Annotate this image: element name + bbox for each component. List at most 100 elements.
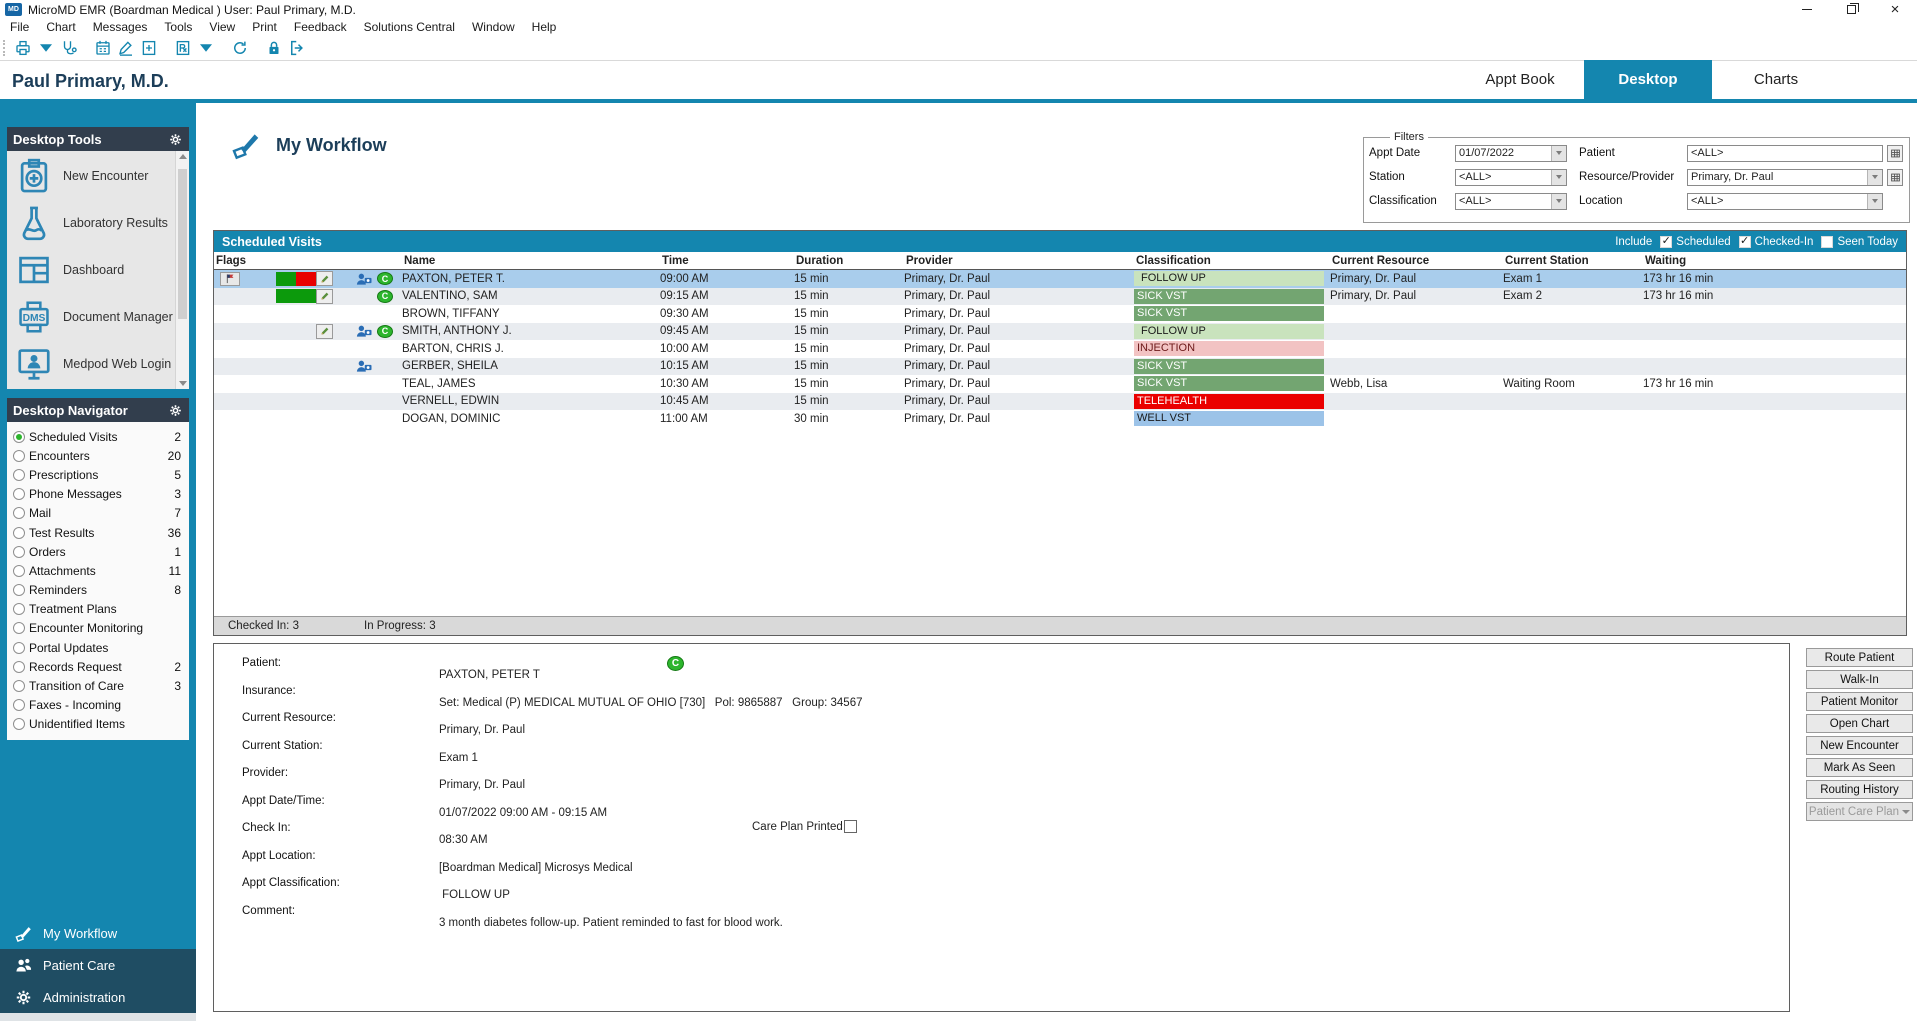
navigator-item[interactable]: Faxes - Incoming [13,696,185,715]
scroll-up-icon[interactable] [178,154,187,159]
radio-icon[interactable] [13,680,25,693]
menu-item[interactable]: File [10,20,29,34]
toolbar-icon[interactable] [14,39,32,57]
gear-icon[interactable] [168,132,183,147]
bottom-nav-item[interactable]: My Workflow [0,917,196,949]
radio-icon[interactable] [13,488,25,501]
patient-lookup-button[interactable] [1887,144,1903,162]
col-classification[interactable]: Classification [1134,255,1330,267]
toolbar-icon[interactable] [94,39,112,57]
chevron-down-icon[interactable] [1867,193,1882,209]
radio-icon[interactable] [13,603,25,616]
visit-name[interactable]: BARTON, CHRIS J. [402,343,660,355]
main-tab[interactable]: Appt Book [1456,60,1584,99]
radio-icon[interactable] [13,641,25,654]
visit-name[interactable]: VERNELL, EDWIN [402,395,660,407]
visit-name[interactable]: GERBER, SHEILA [402,360,660,372]
action-button[interactable]: New Encounter [1806,736,1913,755]
visit-row[interactable]: TEAL, JAMES 10:30 AM 15 min Primary, Dr.… [214,375,1906,393]
visit-name[interactable]: DOGAN, DOMINIC [402,413,660,425]
include-checkbox[interactable]: ✓ [1660,235,1673,248]
navigator-item[interactable]: Transition of Care 3 [13,676,185,695]
radio-icon[interactable] [13,449,25,462]
menu-item[interactable]: View [209,20,235,34]
visit-row[interactable]: C SMITH, ANTHONY J. 09:45 AM 15 min Prim… [214,322,1906,340]
navigator-item[interactable]: Reminders 8 [13,581,185,600]
bottom-nav-item[interactable]: Administration [0,981,196,1013]
bottom-nav-item[interactable]: Patient Care [0,949,196,981]
care-plan-checkbox[interactable] [843,820,857,833]
action-button[interactable]: Patient Monitor [1806,692,1913,711]
note-button[interactable] [316,271,333,287]
action-button[interactable]: Routing History [1806,780,1913,799]
navigator-item[interactable]: Encounters 20 [13,446,185,465]
menu-item[interactable]: Messages [93,20,148,34]
navigator-item[interactable]: Unidentified Items [13,715,185,734]
visit-row[interactable]: C PAXTON, PETER T. 09:00 AM 15 min Prima… [214,270,1906,288]
toolbar-icon[interactable] [265,39,283,57]
visit-name[interactable]: PAXTON, PETER T. [402,273,660,285]
visit-row[interactable]: C VALENTINO, SAM 09:15 AM 15 min Primary… [214,287,1906,305]
menu-item[interactable]: Help [532,20,557,34]
note-button[interactable] [316,323,333,339]
main-tab[interactable]: Desktop [1584,60,1712,99]
toolbar-icon[interactable] [37,39,55,57]
col-waiting[interactable]: Waiting [1643,255,1906,267]
tool-item[interactable]: Laboratory Results [15,204,173,242]
navigator-item[interactable]: Phone Messages 3 [13,485,185,504]
visit-name[interactable]: VALENTINO, SAM [402,290,660,302]
scrollbar-thumb[interactable] [178,169,187,319]
visit-row[interactable]: VERNELL, EDWIN 10:45 AM 15 min Primary, … [214,392,1906,410]
toolbar-icon[interactable] [140,39,158,57]
visit-row[interactable]: GERBER, SHEILA 10:15 AM 15 min Primary, … [214,357,1906,375]
tool-item[interactable]: Dashboard [15,251,173,289]
radio-icon[interactable] [13,622,25,635]
classification-select[interactable]: <ALL> [1455,192,1567,210]
chevron-down-icon[interactable] [1867,169,1882,185]
chevron-down-icon[interactable] [1551,193,1566,209]
visit-row[interactable]: BROWN, TIFFANY 09:30 AM 15 min Primary, … [214,305,1906,323]
minimize-button[interactable] [1785,0,1829,19]
gear-icon[interactable] [168,403,183,418]
action-button[interactable]: Walk-In [1806,670,1913,689]
visit-row[interactable]: BARTON, CHRIS J. 10:00 AM 15 min Primary… [214,340,1906,358]
station-select[interactable]: <ALL> [1455,168,1567,186]
navigator-item[interactable]: Test Results 36 [13,523,185,542]
col-duration[interactable]: Duration [794,255,904,267]
action-button[interactable]: Open Chart [1806,714,1913,733]
tool-item[interactable]: Document Manager [15,298,173,336]
include-checkbox[interactable]: ✓ [1738,235,1751,248]
radio-icon[interactable] [13,699,25,712]
toolbar-icon[interactable] [197,39,215,57]
radio-icon[interactable] [13,468,25,481]
restore-button[interactable] [1829,0,1873,19]
col-current-station[interactable]: Current Station [1503,255,1643,267]
toolbar-grip[interactable] [3,39,7,56]
action-button[interactable]: Route Patient [1806,648,1913,667]
resource-provider-select[interactable]: Primary, Dr. Paul [1687,168,1883,186]
location-select[interactable]: <ALL> [1687,192,1883,210]
col-name[interactable]: Name [402,255,660,267]
radio-icon[interactable] [13,660,25,673]
visit-row[interactable]: DOGAN, DOMINIC 11:00 AM 30 min Primary, … [214,410,1906,428]
radio-icon[interactable] [13,526,25,539]
menu-item[interactable]: Tools [164,20,192,34]
appt-date-select[interactable]: 01/07/2022 [1455,144,1567,162]
navigator-item[interactable]: Records Request 2 [13,657,185,676]
include-checkbox[interactable] [1821,235,1834,248]
main-tab[interactable]: Charts [1712,60,1840,99]
navigator-item[interactable]: Treatment Plans [13,600,185,619]
scrollbar[interactable] [175,151,189,389]
close-button[interactable]: × [1873,0,1917,19]
visit-name[interactable]: SMITH, ANTHONY J. [402,325,660,337]
tool-item[interactable]: New Encounter [15,157,173,195]
visit-name[interactable]: BROWN, TIFFANY [402,308,660,320]
menu-item[interactable]: Window [472,20,515,34]
chevron-down-icon[interactable] [1551,169,1566,185]
radio-icon[interactable] [13,545,25,558]
menu-item[interactable]: Feedback [294,20,347,34]
visit-name[interactable]: TEAL, JAMES [402,378,660,390]
navigator-item[interactable]: Scheduled Visits 2 [13,427,185,446]
navigator-item[interactable]: Attachments 11 [13,561,185,580]
navigator-item[interactable]: Mail 7 [13,504,185,523]
